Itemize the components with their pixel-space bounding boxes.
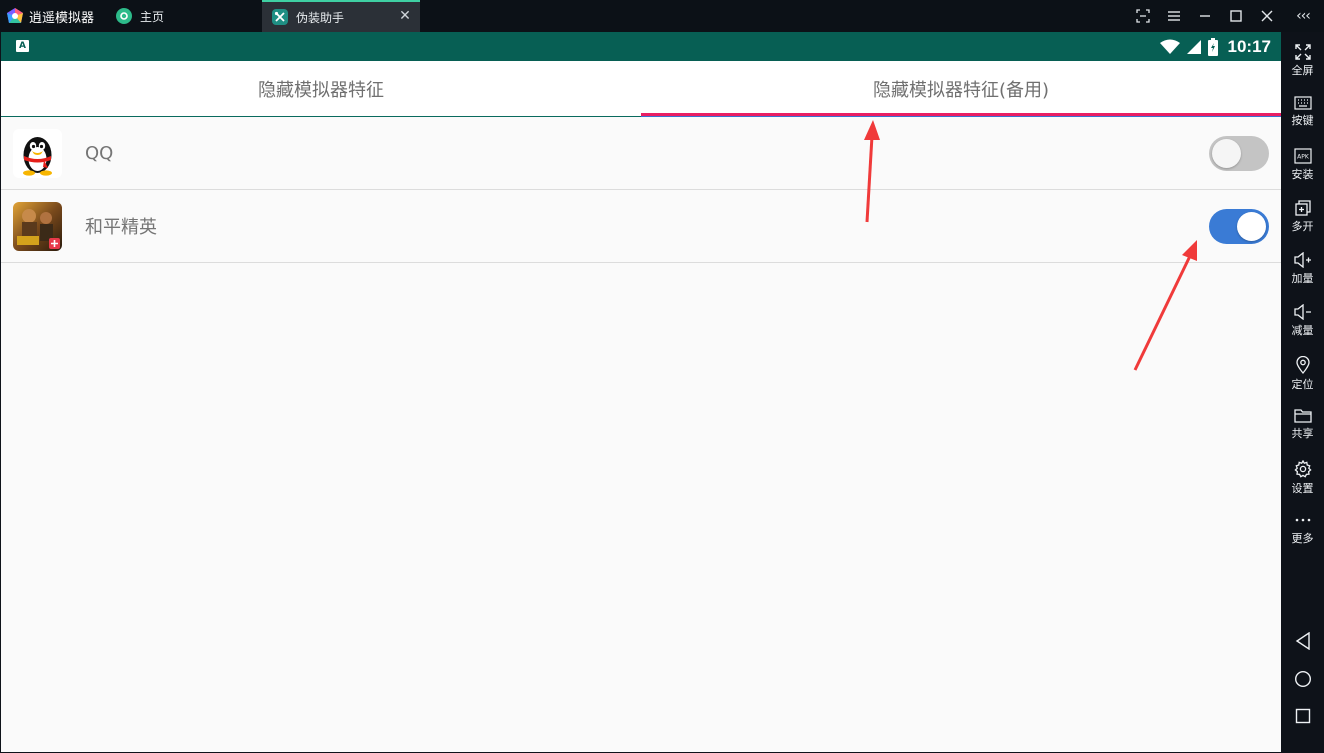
home-app-icon <box>116 8 132 24</box>
nav-recents-button[interactable] <box>1281 696 1324 736</box>
sidebar-label: 定位 <box>1291 378 1314 391</box>
disguise-helper-icon <box>272 9 288 25</box>
tab-home[interactable]: 主页 <box>106 0 262 32</box>
toggle-knob <box>1237 211 1266 241</box>
app-name-qq: QQ <box>85 142 114 164</box>
toggle-peace-elite[interactable] <box>1209 208 1269 244</box>
tab-hide-emulator-label: 隐藏模拟器特征 <box>258 79 384 101</box>
minimize-icon <box>1199 15 1210 17</box>
sidebar-item-more[interactable]: 更多 <box>1281 506 1324 558</box>
emulator-sidebar: 全屏 按键 APK 安装 多开 加量 减量 定位 共享 设置 更多 <box>1281 32 1324 753</box>
home-circle-icon <box>1294 670 1311 688</box>
app-title: 逍遥模拟器 <box>29 10 95 26</box>
sidebar-item-install[interactable]: APK 安装 <box>1281 142 1324 194</box>
volume-up-icon <box>1293 252 1311 268</box>
fullscreen-icon <box>1294 44 1311 60</box>
feature-tabs: 隐藏模拟器特征 隐藏模拟器特征(备用) <box>1 61 1281 117</box>
maximize-button[interactable] <box>1220 0 1251 32</box>
wifi-icon <box>1159 39 1180 54</box>
sidebar-label: 安装 <box>1291 168 1314 181</box>
menu-button[interactable] <box>1158 0 1189 32</box>
sidebar-item-multi-instance[interactable]: 多开 <box>1281 194 1324 246</box>
sidebar-label: 设置 <box>1291 482 1314 495</box>
sidebar-item-volume-down[interactable]: 减量 <box>1281 298 1324 350</box>
sidebar-label: 共享 <box>1291 427 1314 440</box>
tab-hide-emulator-backup-label: 隐藏模拟器特征(备用) <box>872 79 1050 101</box>
back-icon <box>1295 632 1310 650</box>
maximize-icon <box>1229 10 1242 22</box>
keyboard-icon <box>1293 96 1312 110</box>
more-dots-icon <box>1295 518 1310 522</box>
sidebar-label: 减量 <box>1291 324 1314 337</box>
tab-home-label: 主页 <box>140 9 165 24</box>
tab-disguise-label: 伪装助手 <box>296 10 345 25</box>
emulator-window: 逍遥模拟器 主页 伪装助手 ✕ ‹‹‹ A 10:17 隐藏模拟器特征 隐藏模拟… <box>0 0 1324 753</box>
toggle-qq[interactable] <box>1209 135 1269 171</box>
svg-text:APK: APK <box>1297 154 1310 161</box>
peace-elite-game-icon <box>13 201 62 251</box>
sidebar-label: 更多 <box>1291 532 1314 545</box>
folder-icon <box>1293 409 1312 423</box>
toggle-knob <box>1212 138 1241 168</box>
clock: 10:17 <box>1227 36 1271 56</box>
apk-install-icon: APK <box>1293 148 1312 164</box>
minimize-button[interactable] <box>1189 0 1220 32</box>
close-window-button[interactable] <box>1251 0 1282 32</box>
recents-square-icon <box>1295 708 1310 724</box>
close-tab-icon[interactable]: ✕ <box>398 9 412 23</box>
tab-hide-emulator-features[interactable]: 隐藏模拟器特征 <box>1 61 641 116</box>
sidebar-label: 加量 <box>1291 272 1314 285</box>
sidebar-label: 多开 <box>1291 220 1314 233</box>
sidebar-label: 全屏 <box>1291 64 1314 77</box>
volume-down-icon <box>1293 304 1311 320</box>
title-bar: 逍遥模拟器 主页 伪装助手 ✕ ‹‹‹ <box>0 0 1324 32</box>
sidebar-label: 按键 <box>1291 114 1314 127</box>
sidebar-item-volume-up[interactable]: 加量 <box>1281 246 1324 298</box>
tab-disguise-helper[interactable]: 伪装助手 ✕ <box>262 0 420 32</box>
app-row-qq: QQ <box>1 117 1281 190</box>
sidebar-item-fullscreen[interactable]: 全屏 <box>1281 38 1324 90</box>
input-method-badge: A <box>16 40 29 52</box>
screenshot-icon <box>1135 9 1150 23</box>
nav-home-button[interactable] <box>1281 659 1324 699</box>
battery-charging-icon <box>1207 37 1218 56</box>
location-pin-icon <box>1295 356 1310 374</box>
gear-icon <box>1293 460 1312 478</box>
nav-back-button[interactable] <box>1281 621 1324 661</box>
menu-icon <box>1167 11 1180 21</box>
status-icons: 10:17 <box>1159 32 1271 61</box>
app-name-peace-elite: 和平精英 <box>85 217 157 238</box>
close-icon <box>1261 10 1272 22</box>
sidebar-item-location[interactable]: 定位 <box>1281 350 1324 402</box>
screenshot-button[interactable] <box>1127 0 1158 32</box>
collapse-icon: ‹‹‹ <box>1296 8 1311 24</box>
android-status-bar: A 10:17 <box>1 32 1281 61</box>
window-controls: ‹‹‹ <box>1127 0 1324 32</box>
qq-penguin-icon <box>13 128 62 178</box>
tab-hide-emulator-features-backup[interactable]: 隐藏模拟器特征(备用) <box>641 61 1281 117</box>
sidebar-item-keymap[interactable]: 按键 <box>1281 90 1324 142</box>
emulator-logo-icon <box>7 8 23 23</box>
sidebar-item-settings[interactable]: 设置 <box>1281 454 1324 506</box>
collapse-sidebar-button[interactable]: ‹‹‹ <box>1282 0 1324 32</box>
multi-instance-icon <box>1294 200 1311 216</box>
app-content: 隐藏模拟器特征 隐藏模拟器特征(备用) QQ 和平精英 <box>1 61 1281 752</box>
signal-icon <box>1186 39 1201 54</box>
app-row-peace-elite: 和平精英 <box>1 190 1281 263</box>
app-brand: 逍遥模拟器 <box>0 0 106 32</box>
sidebar-item-share[interactable]: 共享 <box>1281 402 1324 454</box>
